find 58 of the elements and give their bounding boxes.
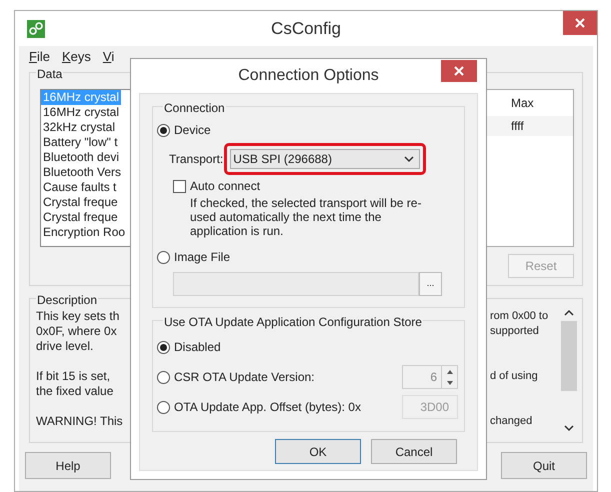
table-cell-text: ffff	[511, 118, 524, 135]
menu-item[interactable]: File	[29, 47, 50, 67]
radio-label: CSR OTA Update Version:	[174, 369, 315, 386]
list-item[interactable]: Crystal freque	[41, 195, 120, 210]
dialog-title: Connection Options	[238, 66, 379, 86]
help-button[interactable]: Help	[25, 452, 111, 479]
chevron-down-icon	[404, 156, 414, 162]
list-item[interactable]: 32kHz crystal	[41, 120, 118, 135]
scroll-up-icon	[564, 309, 574, 317]
close-icon	[454, 66, 464, 76]
close-icon	[575, 18, 585, 28]
column-header: Max	[511, 95, 534, 112]
ok-button[interactable]: OK	[275, 439, 361, 464]
image-file-field[interactable]	[173, 272, 419, 296]
list-item[interactable]: Cause faults t	[41, 180, 118, 195]
radio-button[interactable]	[157, 340, 170, 354]
app-logo-icon	[27, 20, 45, 38]
radio-label: OTA Update App. Offset (bytes): 0x	[174, 399, 361, 416]
auto-connect-checkbox[interactable]	[173, 180, 186, 192]
checkbox-label: Auto connect	[190, 178, 260, 195]
spin-down-icon	[446, 380, 452, 384]
menu-item[interactable]: Vi	[102, 47, 114, 67]
close-button[interactable]	[441, 60, 477, 82]
description-text: changed	[490, 414, 532, 429]
radio-label: Image File	[174, 249, 230, 266]
list-item[interactable]: 16MHz crystal	[41, 105, 122, 120]
transport-dropdown[interactable]: USB SPI (296688)	[230, 149, 420, 169]
menu-item[interactable]: Keys	[62, 47, 91, 67]
list-item[interactable]: Battery "low" t	[41, 135, 120, 150]
transport-label: Transport:	[169, 151, 224, 168]
radio-button[interactable]	[157, 400, 170, 414]
description-text: If bit 15 is set,	[36, 369, 112, 384]
close-button[interactable]	[563, 11, 597, 35]
description-text: the fixed value	[36, 384, 114, 399]
hint-text: If checked, the selected transport will be re-used automatically the next time the application is run.	[190, 196, 422, 238]
radio-label: Disabled	[174, 339, 221, 356]
quit-button[interactable]: Quit	[501, 452, 587, 479]
description-text: rom 0x00 to	[490, 309, 548, 324]
list-item[interactable]: Bluetooth Vers	[41, 165, 124, 180]
description-text: WARNING! This	[36, 414, 123, 429]
cancel-button[interactable]: Cancel	[371, 439, 457, 464]
description-text: drive level.	[36, 339, 94, 354]
list-item[interactable]: Crystal freque	[41, 210, 120, 225]
list-item[interactable]: Bluetooth devi	[41, 150, 122, 165]
radio-button[interactable]	[157, 250, 170, 264]
scrollbar[interactable]	[560, 309, 578, 432]
scroll-down-icon	[564, 424, 574, 432]
radio-button[interactable]	[157, 370, 170, 384]
window-title: CsConfig	[271, 18, 341, 40]
radio-label: Device	[174, 122, 211, 139]
description-text: supported	[490, 324, 540, 339]
browse-button[interactable]: ...	[419, 272, 442, 296]
description-text: 0x0F, where 0x	[36, 324, 118, 339]
description-text: This key sets th	[36, 309, 120, 324]
radio-button[interactable]	[157, 124, 170, 136]
spin-up-icon	[446, 370, 452, 374]
list-item[interactable]: Encryption Roo	[41, 225, 128, 240]
description-text: d of using	[490, 369, 538, 384]
